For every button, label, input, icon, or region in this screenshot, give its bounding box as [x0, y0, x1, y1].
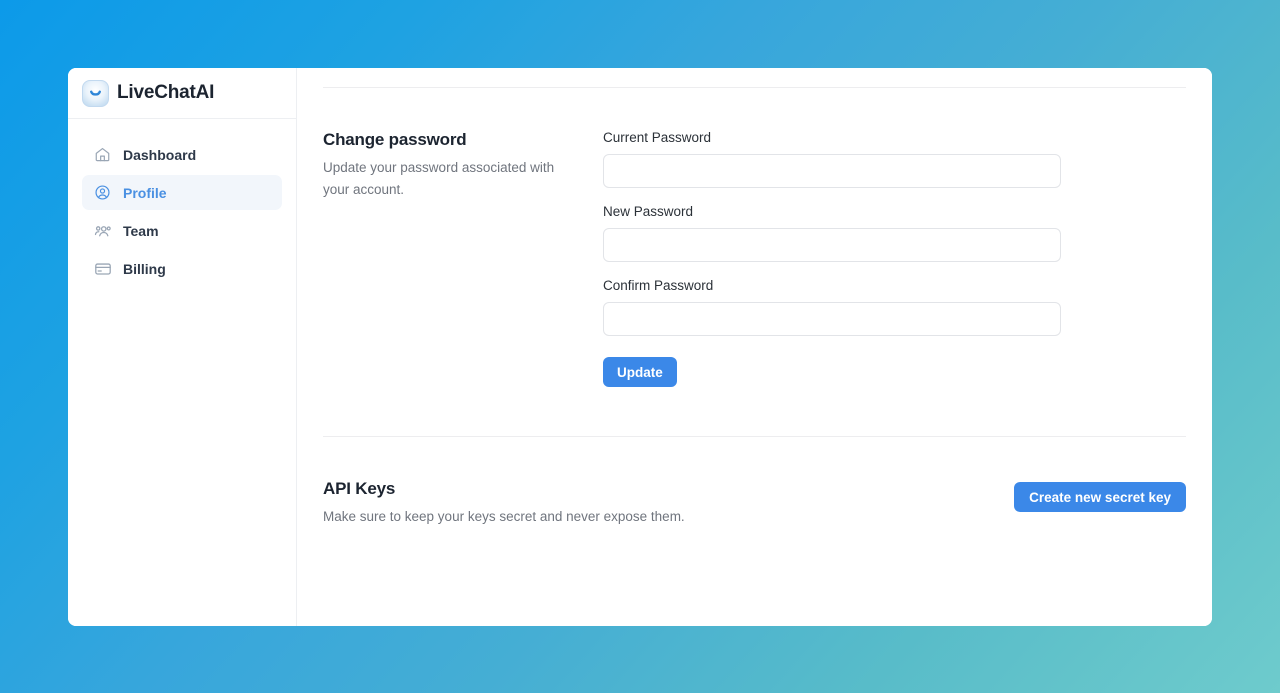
sidebar: LiveChatAI Dashboard Profile Team Billin…: [68, 68, 297, 626]
brand-header[interactable]: LiveChatAI: [68, 68, 296, 119]
change-password-info: Change password Update your password ass…: [323, 130, 603, 387]
confirm-password-label: Confirm Password: [603, 278, 714, 293]
page-title: Change password: [323, 130, 467, 149]
update-password-button[interactable]: Update: [603, 357, 677, 387]
api-keys-title: API Keys: [323, 479, 396, 498]
new-password-input[interactable]: [603, 228, 1061, 262]
credit-card-icon: [93, 259, 112, 278]
sidebar-item-profile[interactable]: Profile: [82, 175, 282, 210]
home-icon: [93, 145, 112, 164]
chat-smile-logo-icon: [82, 79, 109, 107]
sidebar-item-label: Profile: [123, 184, 167, 201]
current-password-label: Current Password: [603, 130, 712, 145]
api-keys-section: API Keys Make sure to keep your keys sec…: [323, 437, 1186, 528]
current-password-field-group: Current Password: [603, 130, 1061, 188]
current-password-input[interactable]: [603, 154, 1061, 188]
sidebar-item-dashboard[interactable]: Dashboard: [82, 137, 282, 172]
sidebar-item-label: Dashboard: [123, 146, 197, 163]
sidebar-nav: Dashboard Profile Team Billing: [68, 119, 296, 286]
api-keys-info: API Keys Make sure to keep your keys sec…: [323, 479, 1014, 528]
sidebar-item-label: Billing: [123, 260, 166, 277]
app-card: LiveChatAI Dashboard Profile Team Billin…: [68, 68, 1212, 626]
users-group-icon: [93, 221, 112, 240]
api-keys-description: Make sure to keep your keys secret and n…: [323, 509, 685, 524]
api-keys-actions: Create new secret key: [1014, 479, 1186, 512]
sidebar-item-label: Team: [123, 222, 159, 239]
sidebar-item-team[interactable]: Team: [82, 213, 282, 248]
confirm-password-field-group: Confirm Password: [603, 278, 1061, 336]
user-circle-icon: [93, 183, 112, 202]
main-content: Change password Update your password ass…: [297, 68, 1212, 626]
new-password-label: New Password: [603, 204, 694, 219]
create-new-secret-key-button[interactable]: Create new secret key: [1014, 482, 1186, 512]
new-password-field-group: New Password: [603, 204, 1061, 262]
sidebar-item-billing[interactable]: Billing: [82, 251, 282, 286]
change-password-description: Update your password associated with you…: [323, 160, 555, 197]
change-password-section: Change password Update your password ass…: [323, 88, 1186, 387]
change-password-form: Current Password New Password Confirm Pa…: [603, 130, 1061, 387]
confirm-password-input[interactable]: [603, 302, 1061, 336]
brand-name: LiveChatAI: [117, 82, 215, 103]
